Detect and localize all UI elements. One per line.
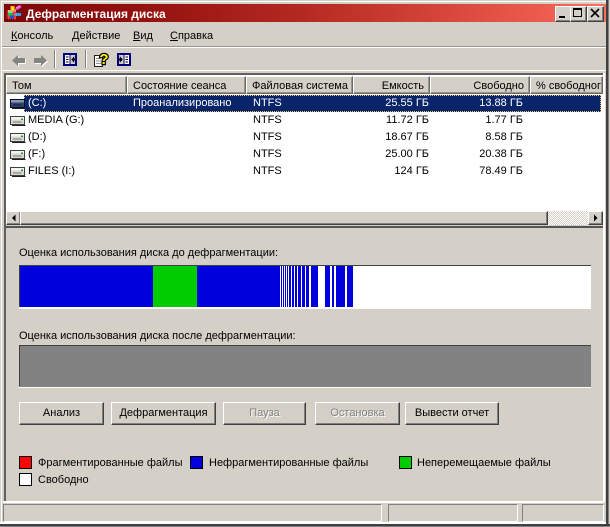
svg-text:?: ?: [99, 51, 108, 68]
